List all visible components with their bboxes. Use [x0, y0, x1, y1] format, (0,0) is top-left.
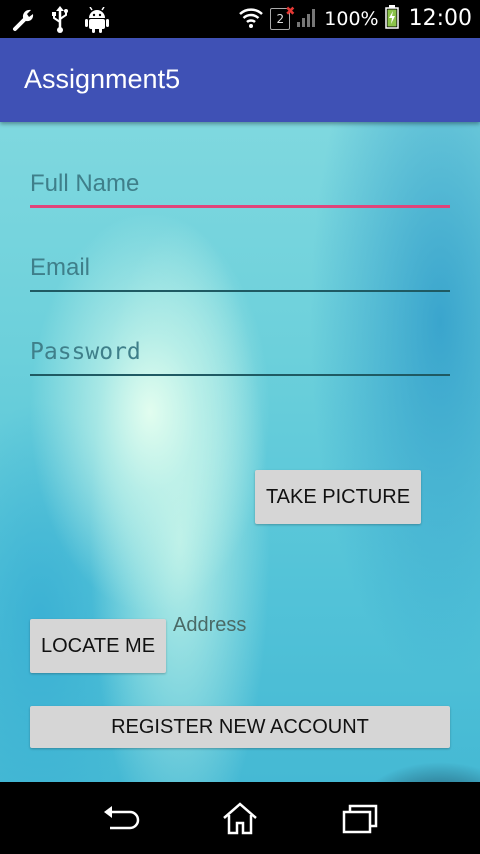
wrench-icon [12, 7, 36, 37]
sim-icon: 2 ✖ [270, 4, 295, 30]
app-bar: Assignment5 [0, 38, 480, 122]
screen: 2 ✖ 100% 12:00 Assignment5 Full Name Ema… [0, 0, 480, 854]
sim-number: 2 [276, 12, 285, 26]
android-icon [84, 6, 110, 37]
usb-icon [50, 6, 70, 38]
password-underline [30, 374, 450, 376]
signal-icon [296, 6, 318, 32]
email-field [30, 246, 450, 292]
full-name-input[interactable] [30, 162, 450, 206]
recents-icon[interactable] [340, 800, 380, 836]
back-icon[interactable] [100, 800, 140, 836]
battery-icon [384, 5, 399, 33]
wifi-icon [238, 5, 264, 33]
home-icon[interactable] [220, 800, 260, 836]
status-bar: 2 ✖ 100% 12:00 [0, 0, 480, 38]
take-picture-button[interactable]: TAKE PICTURE [255, 470, 421, 524]
nav-bar [0, 782, 480, 854]
battery-percent: 100% [324, 8, 379, 30]
app-title: Assignment5 [24, 64, 181, 94]
full-name-field [30, 162, 450, 208]
content-area: TAKE PICTURE LOCATE ME Address REGISTER … [0, 122, 480, 782]
password-input[interactable] [30, 330, 450, 374]
address-label: Address [173, 614, 247, 636]
status-bar-right: 2 ✖ 100% 12:00 [238, 4, 472, 34]
email-underline [30, 290, 450, 292]
no-sim-mark-icon: ✖ [285, 4, 296, 18]
register-new-account-button[interactable]: REGISTER NEW ACCOUNT [30, 706, 450, 748]
clock: 12:00 [408, 6, 472, 31]
status-bar-left [12, 6, 110, 38]
password-field [30, 330, 450, 376]
full-name-underline [30, 205, 450, 208]
locate-me-button[interactable]: LOCATE ME [30, 619, 166, 673]
email-input[interactable] [30, 246, 450, 290]
